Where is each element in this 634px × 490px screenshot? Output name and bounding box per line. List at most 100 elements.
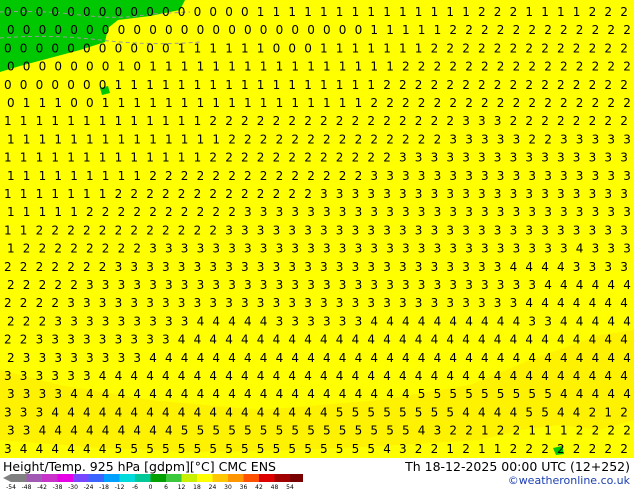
grid-value: 0 <box>339 23 347 37</box>
grid-value: 2 <box>194 187 202 201</box>
grid-value: 3 <box>339 242 347 256</box>
grid-value: 2 <box>449 424 457 438</box>
grid-value: 2 <box>462 41 470 55</box>
grid-value: 1 <box>194 41 202 55</box>
grid-value: 0 <box>83 41 91 55</box>
grid-value: 4 <box>228 314 236 328</box>
grid-value: 4 <box>383 442 391 456</box>
grid-value: 1 <box>54 132 62 146</box>
grid-value: 3 <box>449 132 457 146</box>
grid-value: 2 <box>402 60 410 74</box>
grid-value: 1 <box>67 114 75 128</box>
grid-value: 2 <box>209 114 217 128</box>
grid-value: 1 <box>23 96 31 110</box>
grid-value: 2 <box>352 114 360 128</box>
grid-value: 3 <box>102 278 110 292</box>
grid-value: 5 <box>225 442 233 456</box>
grid-value: 3 <box>146 260 154 274</box>
grid-value: 3 <box>431 296 439 310</box>
grid-value: 4 <box>209 369 217 383</box>
grid-value: 4 <box>257 405 265 419</box>
grid-value: 3 <box>573 151 581 165</box>
grid-value: 2 <box>146 223 154 237</box>
grid-value: 5 <box>194 442 202 456</box>
grid-value: 2 <box>20 296 28 310</box>
grid-value: 5 <box>178 442 186 456</box>
grid-value: 4 <box>241 369 249 383</box>
grid-value: 4 <box>370 351 378 365</box>
grid-value: 1 <box>386 23 394 37</box>
grid-value: 4 <box>576 314 584 328</box>
grid-value: 3 <box>418 242 426 256</box>
legend-swatch <box>11 474 27 482</box>
grid-value: 3 <box>541 151 549 165</box>
grid-value: 1 <box>241 41 249 55</box>
grid-value: 5 <box>276 424 284 438</box>
grid-value: 4 <box>99 405 107 419</box>
grid-value: 1 <box>7 169 15 183</box>
grid-value: 3 <box>4 369 12 383</box>
grid-value: 4 <box>304 405 312 419</box>
grid-value: 2 <box>23 242 31 256</box>
grid-value: 4 <box>146 405 154 419</box>
grid-value: 1 <box>212 132 220 146</box>
grid-value: 0 <box>51 5 59 19</box>
grid-value: 4 <box>51 442 59 456</box>
grid-value: 1 <box>51 187 59 201</box>
grid-value: 2 <box>604 114 612 128</box>
grid-value: 3 <box>434 242 442 256</box>
grid-value: 1 <box>7 242 15 256</box>
grid-value: 2 <box>99 223 107 237</box>
grid-value: 1 <box>51 151 59 165</box>
grid-value: 2 <box>304 114 312 128</box>
grid-value: 4 <box>604 369 612 383</box>
grid-value: 0 <box>323 23 331 37</box>
grid-value: 0 <box>4 5 12 19</box>
grid-value: 3 <box>165 278 173 292</box>
grid-value: 3 <box>494 296 502 310</box>
grid-value: 1 <box>320 78 328 92</box>
grid-value: 2 <box>23 278 31 292</box>
grid-value: 3 <box>307 242 315 256</box>
grid-value: 2 <box>415 442 423 456</box>
grid-value: 4 <box>130 369 138 383</box>
grid-value: 2 <box>573 114 581 128</box>
legend-tick-label: 24 <box>209 484 217 490</box>
grid-value: 5 <box>257 442 265 456</box>
grid-value: 1 <box>352 5 360 19</box>
grid-value: 3 <box>307 314 315 328</box>
grid-value: 1 <box>149 60 157 74</box>
grid-value: 2 <box>273 151 281 165</box>
grid-value: 1 <box>178 114 186 128</box>
credit-link[interactable]: ©weatheronline.co.uk <box>508 474 630 487</box>
grid-value: 2 <box>525 442 533 456</box>
grid-value: 3 <box>260 242 268 256</box>
grid-value: 4 <box>592 351 600 365</box>
grid-value: 4 <box>165 387 173 401</box>
grid-value: 3 <box>86 351 94 365</box>
grid-value: 1 <box>115 114 123 128</box>
map-title: Height/Temp. 925 hPa [gdpm][°C] CMC ENS <box>3 459 276 474</box>
grid-value: 2 <box>434 60 442 74</box>
grid-value: 3 <box>620 223 628 237</box>
grid-value: 2 <box>399 114 407 128</box>
grid-value: 2 <box>86 205 94 219</box>
grid-value: 3 <box>228 242 236 256</box>
grid-value: 3 <box>415 260 423 274</box>
grid-value: 3 <box>481 132 489 146</box>
grid-value: 4 <box>541 333 549 347</box>
grid-value: 4 <box>557 333 565 347</box>
grid-value: 3 <box>623 205 631 219</box>
grid-value: 5 <box>544 387 552 401</box>
grid-value: 0 <box>244 23 252 37</box>
grid-value: 2 <box>431 114 439 128</box>
grid-value: 1 <box>212 96 220 110</box>
grid-value: 3 <box>336 223 344 237</box>
grid-value: 2 <box>4 333 12 347</box>
grid-value: 4 <box>557 296 565 310</box>
legend-tick-label: -48 <box>22 484 32 490</box>
grid-value: 5 <box>228 424 236 438</box>
grid-value: 3 <box>102 351 110 365</box>
grid-value: 1 <box>67 151 75 165</box>
grid-value: 2 <box>510 78 518 92</box>
